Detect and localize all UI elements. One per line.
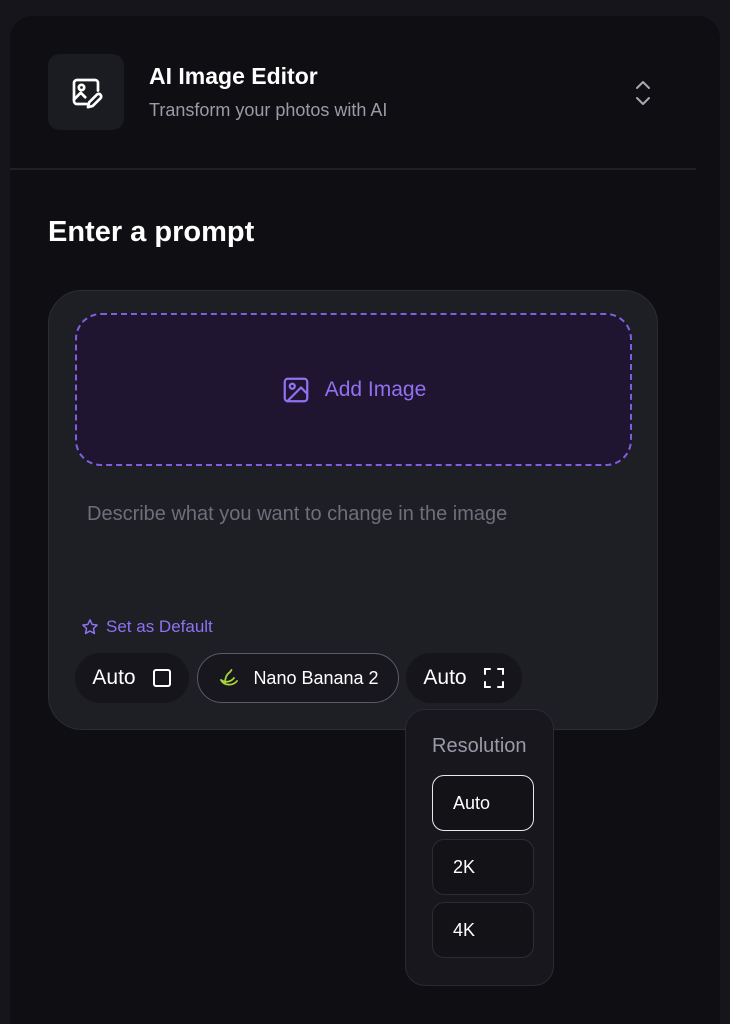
- resolution-option-auto[interactable]: Auto: [432, 775, 534, 831]
- resolution-label: Auto: [423, 666, 467, 689]
- resolution-option-4k[interactable]: 4K: [432, 902, 534, 958]
- aspect-ratio-chip[interactable]: Auto: [75, 653, 189, 703]
- resolution-dropdown-title: Resolution: [432, 735, 527, 757]
- app-subtitle: Transform your photos with AI: [149, 100, 388, 120]
- resolution-chip[interactable]: Auto: [406, 653, 522, 703]
- expand-icon: [483, 668, 504, 688]
- model-label: Nano Banana 2: [253, 667, 379, 688]
- app-switcher-button[interactable]: [628, 76, 658, 110]
- app-icon-tile: [48, 54, 124, 130]
- app-title: AI Image Editor: [149, 63, 318, 89]
- image-icon: [283, 377, 309, 402]
- aspect-ratio-label: Auto: [92, 666, 136, 689]
- add-image-button[interactable]: Add Image: [75, 313, 632, 466]
- square-icon: [152, 669, 171, 687]
- section-title: Enter a prompt: [48, 216, 255, 248]
- prompt-input[interactable]: [75, 493, 632, 583]
- star-outline-icon: [82, 619, 98, 635]
- set-default-label: Set as Default: [106, 617, 213, 636]
- prompt-card: Add Image Set as Default Auto Nano Banan…: [48, 290, 658, 730]
- banana-icon: [220, 669, 239, 686]
- add-image-label: Add Image: [324, 377, 427, 401]
- editor-panel: AI Image Editor Transform your photos wi…: [10, 16, 720, 1024]
- app-header: AI Image Editor Transform your photos wi…: [10, 16, 696, 170]
- model-chip[interactable]: Nano Banana 2: [197, 653, 399, 703]
- set-default-button[interactable]: Set as Default: [81, 617, 213, 637]
- chevrons-up-down-icon: [636, 81, 650, 105]
- image-edit-icon: [72, 78, 103, 109]
- resolution-dropdown: Resolution Auto 2K 4K: [405, 709, 554, 986]
- resolution-option-2k[interactable]: 2K: [432, 839, 534, 895]
